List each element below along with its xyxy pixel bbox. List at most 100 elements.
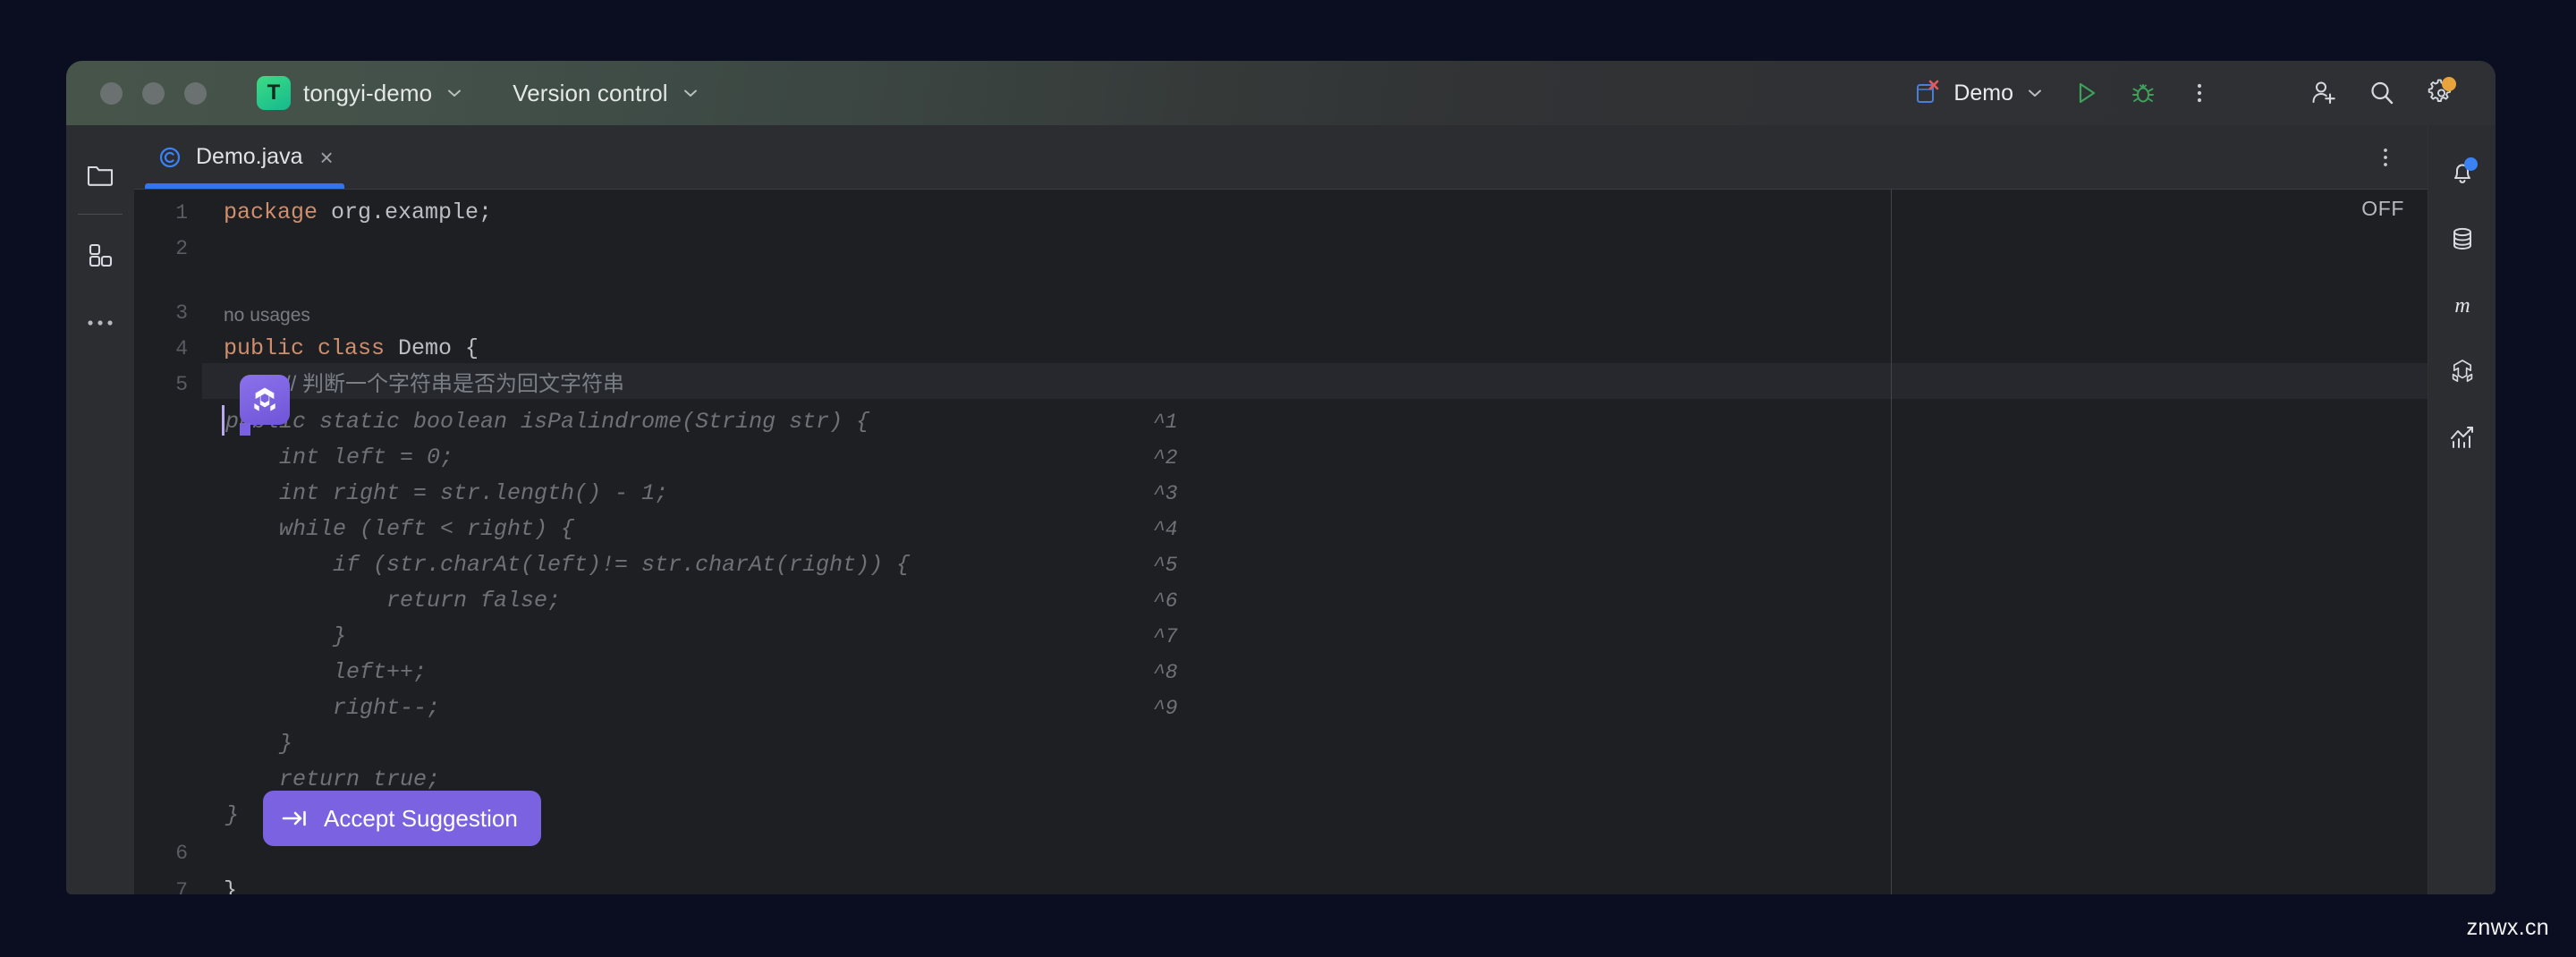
run-button[interactable] <box>2057 61 2114 125</box>
code-line-closing-brace: } <box>224 877 238 894</box>
package-name: org.example; <box>318 199 493 225</box>
ghost-line: left++; <box>333 659 428 685</box>
line-number: 3 <box>175 301 188 325</box>
ghost-line: public static boolean isPalindrome(Strin… <box>225 409 870 435</box>
line-number: 7 <box>175 879 188 894</box>
chevron-down-icon <box>448 89 462 97</box>
ghost-line: } <box>279 731 293 757</box>
svg-text:m: m <box>2454 294 2470 318</box>
code-editor[interactable]: 1 2 3 4 5 6 7 OFF package org.example; n… <box>134 190 2428 894</box>
ghost-line: right--; <box>333 695 441 721</box>
folder-icon <box>87 165 114 186</box>
ghost-line: int left = 0; <box>279 445 454 470</box>
more-actions-button[interactable] <box>2172 61 2227 125</box>
run-configuration-selector[interactable]: Demo <box>1904 79 2057 107</box>
chart-line-icon <box>2450 427 2473 448</box>
right-margin-guide <box>1891 190 1892 894</box>
sidebar-item-structure[interactable] <box>72 227 128 283</box>
tab-key-icon <box>282 810 306 826</box>
sidebar-item-notifications[interactable] <box>2435 145 2490 200</box>
line-number: 6 <box>175 842 188 865</box>
notification-badge <box>2463 157 2478 171</box>
grid-blocks-icon <box>89 243 113 267</box>
tab-bar-actions <box>2358 125 2428 189</box>
chevron-down-icon <box>2029 89 2041 97</box>
ghost-line-hint: ^4 <box>1153 518 1178 541</box>
editor-gutter[interactable]: 1 2 3 4 5 6 7 <box>134 190 202 894</box>
vertical-ellipsis-icon <box>2384 148 2387 166</box>
version-control-menu[interactable]: Version control <box>504 74 708 113</box>
site-watermark: znwx.cn <box>2466 915 2549 940</box>
editor-column: Demo.java × 1 2 3 4 5 6 7 OFF package or… <box>134 125 2428 894</box>
run-config-name: Demo <box>1953 80 2013 106</box>
accept-suggestion-button[interactable]: Accept Suggestion <box>263 791 541 846</box>
ghost-line-hint: ^2 <box>1153 446 1178 470</box>
add-collaborator-icon <box>2312 81 2335 105</box>
more-actions-icon <box>2197 83 2202 103</box>
ellipsis-icon <box>88 320 113 326</box>
accept-suggestion-label: Accept Suggestion <box>324 804 518 832</box>
tab-demo-java[interactable]: Demo.java × <box>134 125 355 189</box>
ghost-line-hint: ^5 <box>1153 554 1178 577</box>
code-line-package: package org.example; <box>224 195 492 231</box>
left-tool-stripe <box>66 125 134 894</box>
sidebar-item-database[interactable] <box>2435 211 2490 267</box>
editor-options-button[interactable] <box>2358 130 2413 185</box>
inspection-status-badge[interactable]: OFF <box>2361 197 2404 221</box>
debug-button[interactable] <box>2114 61 2172 125</box>
sidebar-item-profiler[interactable] <box>2435 410 2490 465</box>
project-badge: T <box>257 76 291 110</box>
ghost-line: while (left < right) { <box>279 516 575 542</box>
search-button[interactable] <box>2352 61 2411 125</box>
sidebar-item-tongyi-lingma[interactable] <box>2435 343 2490 399</box>
ghost-line-hint: ^6 <box>1153 589 1178 613</box>
ghost-line-hint: ^9 <box>1153 697 1178 720</box>
maven-m-icon: m <box>2454 294 2470 318</box>
code-content[interactable]: OFF package org.example; no usages publi… <box>202 190 2428 894</box>
stripe-divider <box>78 214 123 215</box>
ghost-line: int right = str.length() - 1; <box>279 480 669 506</box>
tab-label: Demo.java <box>196 144 303 169</box>
class-name: Demo { <box>385 335 479 361</box>
ghost-line: return false; <box>386 588 562 614</box>
line-number: 5 <box>175 373 188 396</box>
ghost-line-hint: ^7 <box>1153 625 1178 648</box>
window-zoom-button[interactable] <box>184 81 207 105</box>
settings-button[interactable] <box>2411 61 2472 125</box>
search-icon <box>2371 81 2394 105</box>
ghost-line: } <box>225 802 240 828</box>
java-class-icon <box>159 147 181 167</box>
ghost-line-hint: ^8 <box>1153 661 1178 684</box>
run-config-error-icon <box>1917 80 1939 103</box>
ghost-line-hint: ^3 <box>1153 482 1178 505</box>
sidebar-item-maven[interactable]: m <box>2435 277 2490 333</box>
right-tool-stripe: m <box>2428 125 2496 894</box>
line-number: 4 <box>175 337 188 360</box>
project-selector[interactable]: T tongyi-demo <box>251 71 473 115</box>
version-control-label: Version control <box>513 79 668 106</box>
settings-update-badge <box>2442 77 2456 91</box>
window-traffic-lights <box>66 81 207 105</box>
title-bar: T tongyi-demo Version control Demo <box>66 61 2496 125</box>
ide-window: T tongyi-demo Version control Demo Demo.… <box>66 61 2496 894</box>
sidebar-item-project[interactable] <box>72 147 128 202</box>
title-bar-actions: Demo <box>1904 61 2496 125</box>
ghost-line-hint: ^1 <box>1153 411 1178 434</box>
line-number: 2 <box>175 237 188 260</box>
code-line-class-decl: public class Demo { <box>224 331 479 367</box>
window-close-button[interactable] <box>100 81 123 105</box>
ghost-line: if (str.charAt(left)!= str.charAt(right)… <box>333 552 911 578</box>
chevron-down-icon <box>683 89 697 97</box>
add-collaborator-button[interactable] <box>2293 61 2352 125</box>
usages-inlay-hint[interactable]: no usages <box>224 295 310 331</box>
run-icon <box>2079 82 2096 104</box>
ghost-line: } <box>333 623 347 649</box>
editor-tab-bar: Demo.java × <box>134 125 2428 190</box>
project-name: tongyi-demo <box>303 79 433 106</box>
keyword-package: package <box>224 199 318 225</box>
tongyi-lingma-badge[interactable] <box>240 375 290 436</box>
sidebar-item-more[interactable] <box>72 295 128 351</box>
tab-close-icon[interactable]: × <box>320 146 334 169</box>
window-minimize-button[interactable] <box>142 81 165 105</box>
keyword-public-class: public class <box>224 335 386 361</box>
